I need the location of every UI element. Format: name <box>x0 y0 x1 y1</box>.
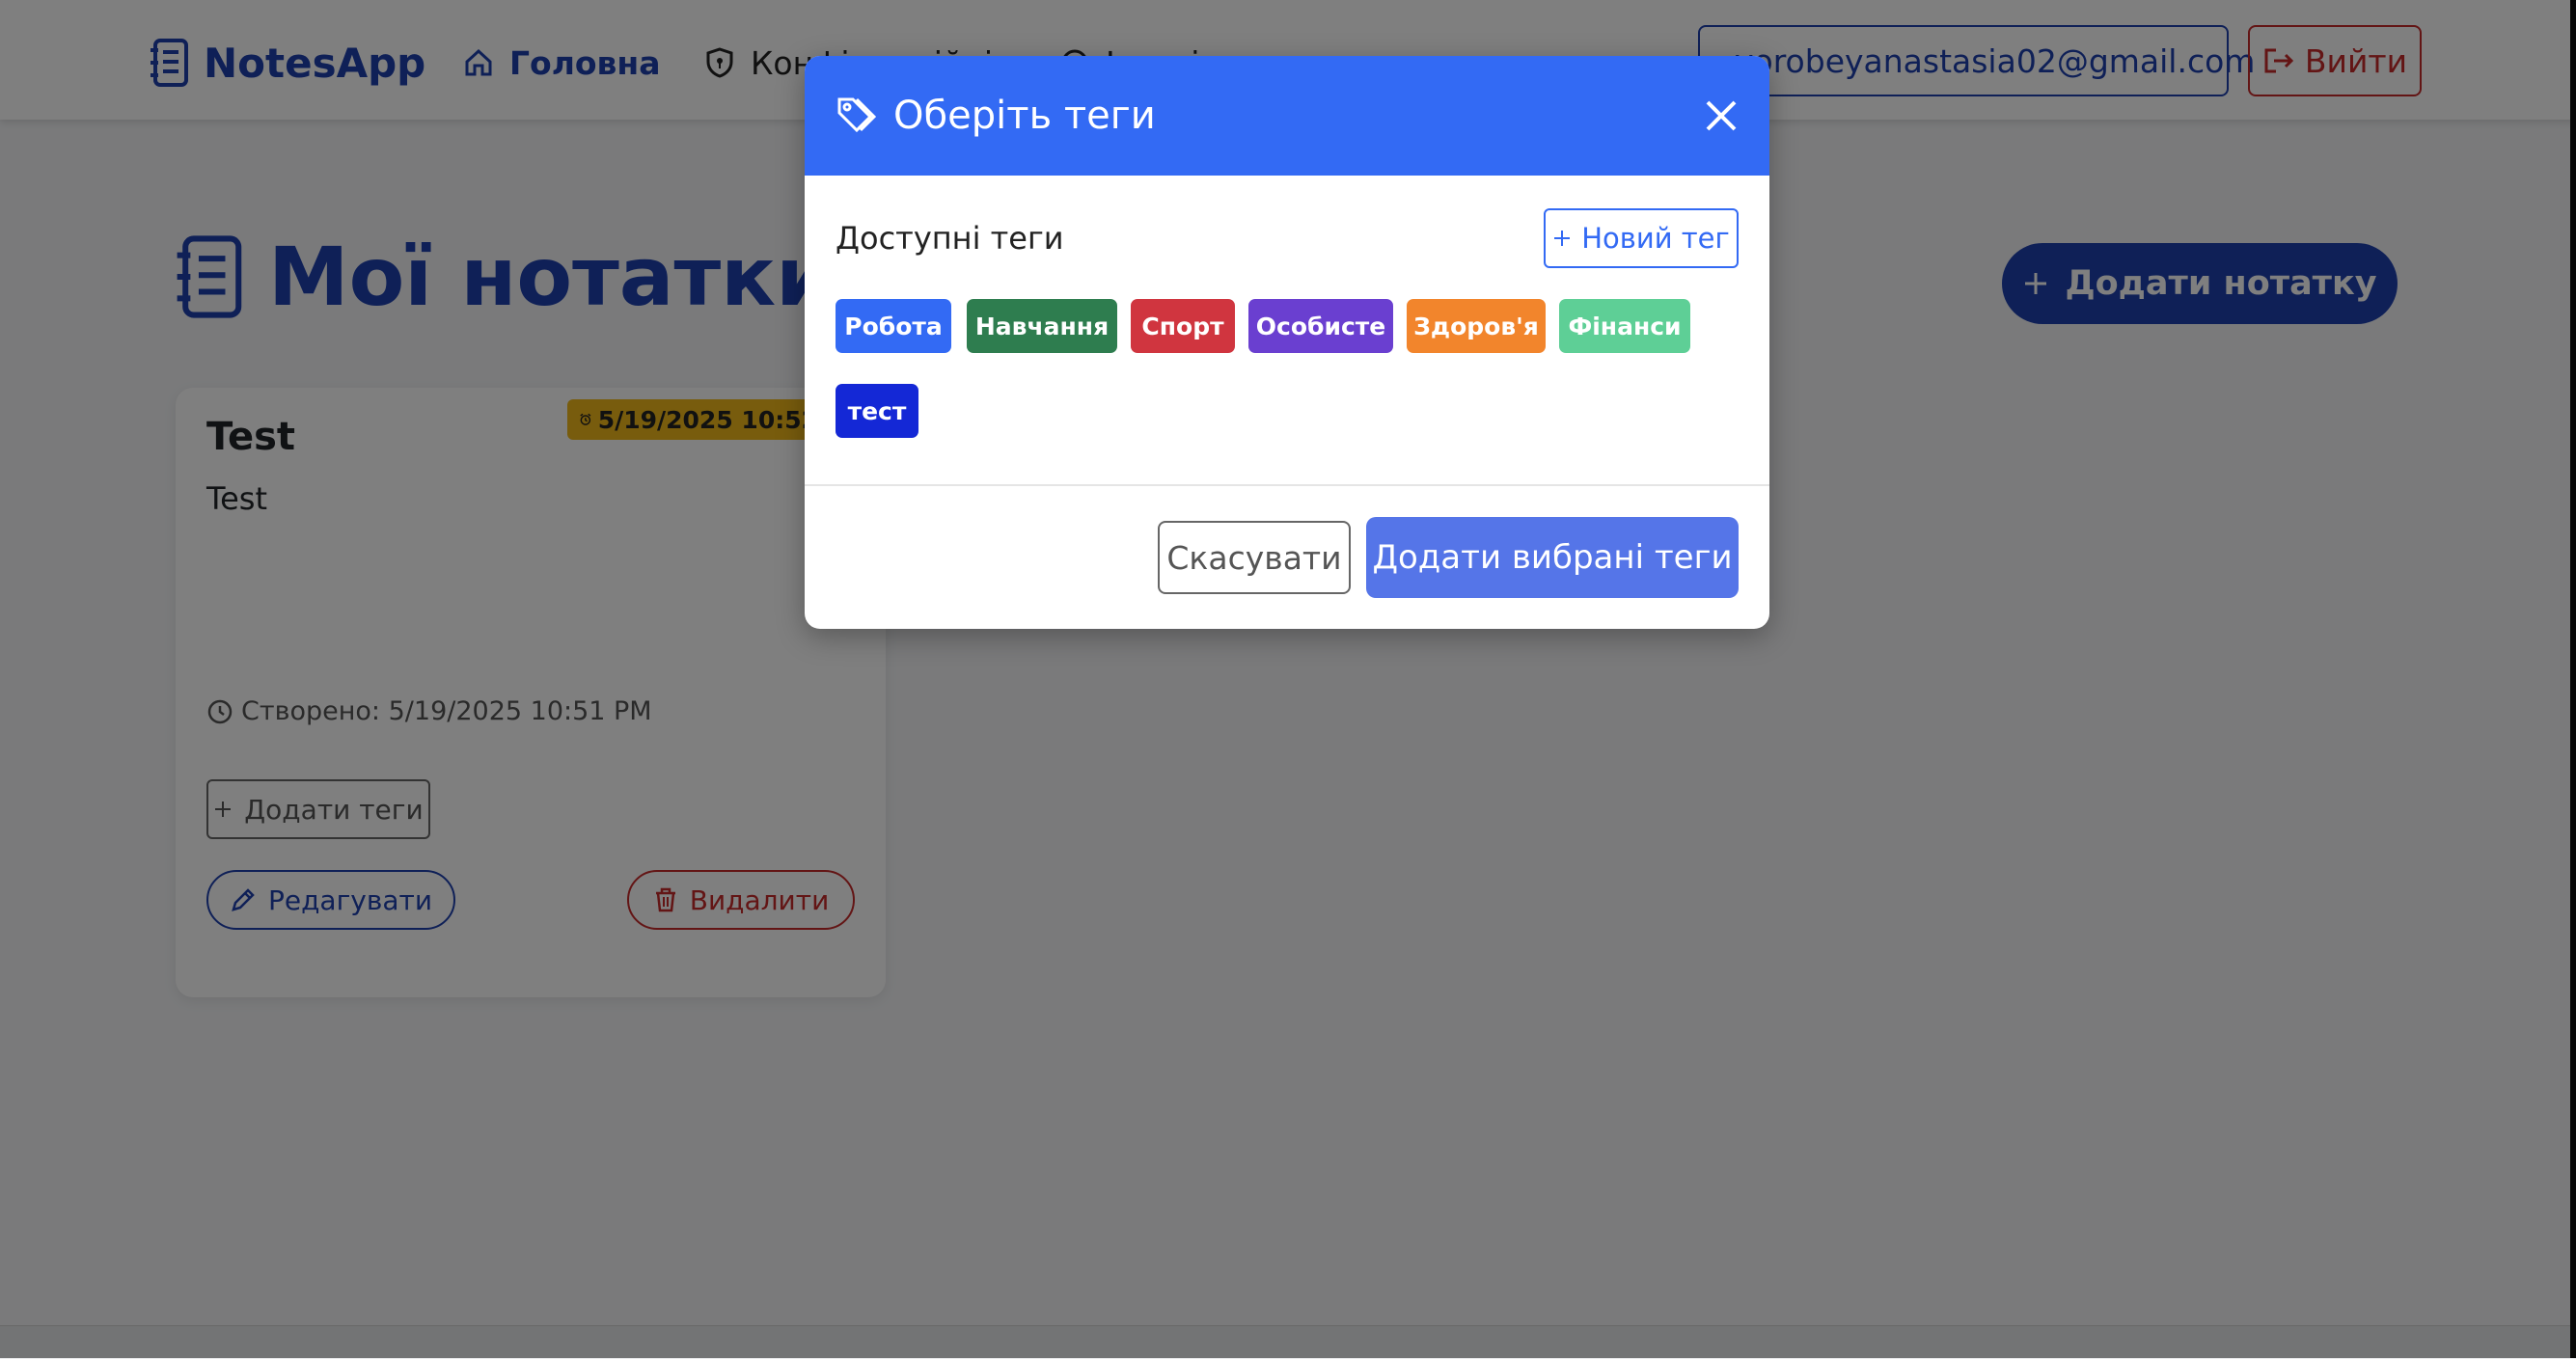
new-tag-label: Новий тег <box>1581 222 1730 255</box>
tag-label: Навчання <box>974 312 1110 340</box>
modal-title-text: Оберіть теги <box>893 94 1156 138</box>
available-tags-label: Доступні теги <box>836 220 1064 257</box>
tag-option[interactable]: Здоров'я <box>1407 299 1546 353</box>
plus-icon <box>1554 231 1571 246</box>
modal-header: Оберіть теги <box>805 56 1769 176</box>
tag-label: Робота <box>844 312 943 340</box>
tag-option[interactable]: тест <box>836 384 918 438</box>
tag-label: Спорт <box>1141 312 1224 340</box>
add-selected-tags-button[interactable]: Додати вибрані теги <box>1366 517 1739 598</box>
tag-label: Особисте <box>1255 312 1386 340</box>
tag-label: Здоров'я <box>1413 312 1539 340</box>
close-icon[interactable] <box>1700 95 1742 137</box>
select-tags-modal: Оберіть теги Доступні теги Новий тег Роб… <box>805 56 1769 629</box>
tag-label: тест <box>847 396 907 425</box>
tag-label: Фінанси <box>1568 312 1682 340</box>
tag-option[interactable]: Фінанси <box>1559 299 1690 353</box>
tag-option[interactable]: Спорт <box>1131 299 1235 353</box>
new-tag-button[interactable]: Новий тег <box>1544 208 1739 268</box>
tag-option[interactable]: Навчання <box>967 299 1117 353</box>
modal-divider <box>805 484 1769 486</box>
tag-option[interactable]: Особисте <box>1248 299 1393 353</box>
modal-title: Оберіть теги <box>836 56 1156 176</box>
tag-option[interactable]: Робота <box>836 299 951 353</box>
cancel-button[interactable]: Скасувати <box>1158 521 1351 594</box>
tags-icon <box>837 97 876 133</box>
